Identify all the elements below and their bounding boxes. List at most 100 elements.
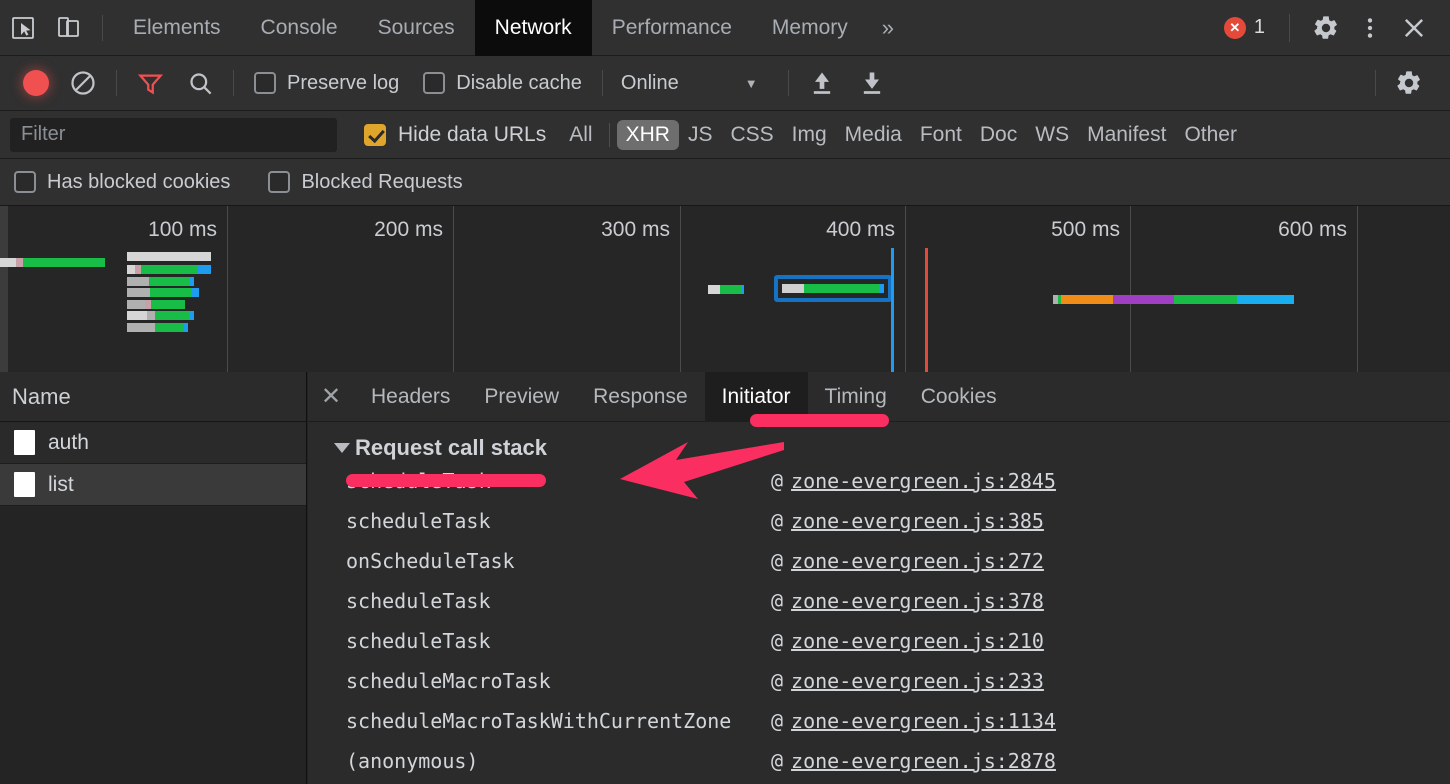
export-har-icon[interactable] — [847, 61, 897, 105]
document-icon — [14, 430, 35, 455]
filter-type-img[interactable]: Img — [783, 120, 836, 150]
filter-type-media[interactable]: Media — [836, 120, 911, 150]
tab-network[interactable]: Network — [474, 0, 592, 56]
filter-type-all[interactable]: All — [560, 120, 601, 150]
overview-request-bar[interactable] — [0, 258, 105, 267]
clear-button[interactable] — [58, 61, 108, 105]
blocked-requests-checkbox[interactable]: Blocked Requests — [256, 160, 474, 204]
at-symbol: @ — [771, 669, 784, 693]
call-stack-function-name: (anonymous) — [346, 749, 479, 773]
call-stack-function-name: scheduleTask — [346, 629, 491, 653]
overview-tick-label: 500 ms — [1051, 218, 1120, 241]
call-stack-frame[interactable]: scheduleMacroTaskWithCurrentZone @ zone-ev… — [308, 701, 1450, 741]
overview-bar-segment — [127, 252, 211, 261]
filter-type-xhr[interactable]: XHR — [616, 119, 679, 150]
call-stack-source-link[interactable]: zone-evergreen.js:272 — [791, 549, 1044, 573]
call-stack-source-link[interactable]: zone-evergreen.js:378 — [791, 589, 1044, 613]
request-call-stack-header[interactable]: Request call stack — [308, 422, 1450, 461]
call-stack-frame[interactable]: onScheduleTask @ zone-evergreen.js:272 — [308, 541, 1450, 581]
overview-bar-segment — [184, 323, 188, 332]
close-icon[interactable] — [1392, 0, 1436, 56]
overview-request-bar[interactable] — [708, 285, 744, 294]
call-stack-function-name: scheduleTask — [346, 589, 491, 613]
overview-bar-segment — [190, 311, 194, 320]
call-stack-source-link[interactable]: zone-evergreen.js:385 — [791, 509, 1044, 533]
filter-type-doc[interactable]: Doc — [971, 120, 1026, 150]
tab-headers[interactable]: Headers — [354, 372, 467, 422]
call-stack-frame[interactable]: scheduleTask @ zone-evergreen.js:378 — [308, 581, 1450, 621]
tab-performance[interactable]: Performance — [592, 0, 752, 56]
filter-type-ws[interactable]: WS — [1026, 120, 1078, 150]
inspect-element-icon[interactable] — [0, 0, 46, 56]
filter-type-manifest[interactable]: Manifest — [1078, 120, 1175, 150]
call-stack-frame[interactable]: scheduleTask @ zone-evergreen.js:210 — [308, 621, 1450, 661]
overview-request-bar[interactable] — [127, 265, 211, 274]
tab-sources[interactable]: Sources — [358, 0, 475, 56]
filter-type-other[interactable]: Other — [1175, 120, 1246, 150]
call-stack-source-link[interactable]: zone-evergreen.js:210 — [791, 629, 1044, 653]
overview-bar-segment — [23, 258, 105, 267]
close-icon[interactable]: ✕ — [308, 372, 354, 422]
request-name-auth: auth — [48, 430, 89, 454]
search-input[interactable] — [10, 117, 337, 152]
disable-cache-checkbox[interactable]: Disable cache — [411, 61, 594, 105]
call-stack-frame[interactable]: (anonymous) @ zone-evergreen.js:2878 — [308, 741, 1450, 781]
preserve-log-checkbox[interactable]: Preserve log — [242, 61, 411, 105]
kebab-menu-icon[interactable] — [1348, 0, 1392, 56]
call-stack-source-link[interactable]: zone-evergreen.js:233 — [791, 669, 1044, 693]
more-tabs-chevron-icon[interactable]: » — [868, 0, 908, 56]
filter-type-font[interactable]: Font — [911, 120, 971, 150]
requests-column-header[interactable]: Name — [0, 372, 306, 422]
call-stack-source-link[interactable]: zone-evergreen.js:2878 — [791, 749, 1056, 773]
table-row[interactable]: list — [0, 464, 306, 506]
call-stack-source-link[interactable]: zone-evergreen.js:1134 — [791, 709, 1056, 733]
record-button[interactable] — [14, 61, 58, 105]
tab-cookies[interactable]: Cookies — [904, 372, 1014, 422]
call-stack-source-link[interactable]: zone-evergreen.js:2845 — [791, 469, 1056, 493]
tab-console[interactable]: Console — [241, 0, 358, 56]
filter-icon[interactable] — [125, 61, 175, 105]
overview-request-bar[interactable] — [127, 277, 194, 286]
triangle-down-icon[interactable] — [334, 443, 350, 453]
import-har-icon[interactable] — [797, 61, 847, 105]
tab-memory[interactable]: Memory — [752, 0, 868, 56]
overview-request-bar[interactable] — [127, 323, 188, 332]
has-blocked-cookies-checkbox[interactable]: Has blocked cookies — [14, 160, 242, 204]
blocked-options-bar: Has blocked cookies Blocked Requests — [0, 159, 1450, 206]
network-settings-gear-icon[interactable] — [1384, 61, 1434, 105]
overview-left-resize-handle[interactable] — [0, 206, 8, 372]
blocked-requests-box — [268, 171, 291, 193]
filter-type-css[interactable]: CSS — [721, 120, 782, 150]
overview-request-bar[interactable] — [127, 300, 185, 309]
call-stack-frame[interactable]: scheduleMacroTask @ zone-evergreen.js:233 — [308, 661, 1450, 701]
gear-icon[interactable] — [1304, 0, 1348, 56]
device-toolbar-icon[interactable] — [46, 0, 92, 56]
throttling-select[interactable]: Online ▼ — [611, 61, 758, 105]
overview-request-bar[interactable] — [127, 288, 199, 297]
error-count-badge[interactable]: ✕ 1 — [1223, 16, 1265, 39]
table-row[interactable]: auth — [0, 422, 306, 464]
tab-elements[interactable]: Elements — [113, 0, 241, 56]
chevron-down-icon: ▼ — [744, 75, 758, 91]
request-detail-pane: ✕ Headers Preview Response Initiator Tim… — [308, 371, 1450, 784]
preserve-log-label: Preserve log — [287, 71, 400, 94]
tab-preview[interactable]: Preview — [467, 372, 576, 422]
tab-response[interactable]: Response — [576, 372, 705, 422]
overview-request-bar[interactable] — [127, 252, 211, 261]
hide-data-urls-checkbox[interactable]: Hide data URLs — [364, 123, 546, 147]
search-icon[interactable] — [175, 61, 225, 105]
throttling-value: Online — [620, 71, 679, 94]
more-tabs-label: » — [881, 14, 894, 40]
overview-tick-line — [227, 206, 228, 372]
overview-request-bar[interactable] — [127, 311, 194, 320]
filter-type-js[interactable]: JS — [679, 120, 722, 150]
call-stack-frame[interactable]: scheduleTask @ zone-evergreen.js:385 — [308, 501, 1450, 541]
network-overview-timeline[interactable]: 100 ms 200 ms 300 ms 400 ms 500 ms 600 ms — [0, 206, 1450, 372]
tabbar-right-controls: ✕ 1 — [1223, 0, 1450, 56]
blocked-requests-label: Blocked Requests — [301, 170, 463, 193]
overview-bar-segment — [127, 277, 149, 286]
overview-request-bar[interactable] — [1053, 295, 1294, 304]
tab-cookies-label: Cookies — [920, 384, 997, 408]
requests-name-column: Name auth list — [0, 372, 307, 784]
tab-performance-label: Performance — [611, 15, 732, 39]
